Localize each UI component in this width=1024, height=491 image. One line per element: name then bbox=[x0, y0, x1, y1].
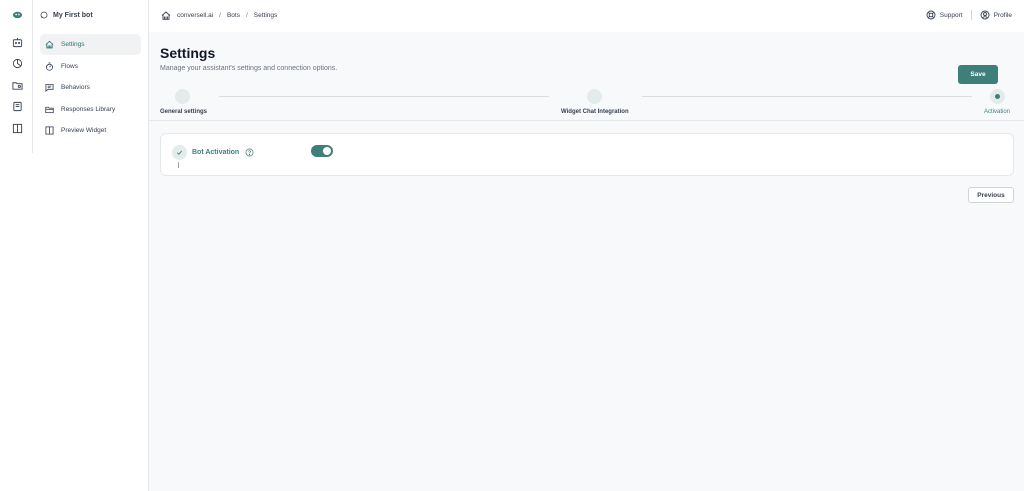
analytics-icon[interactable] bbox=[12, 58, 23, 69]
columns-icon[interactable] bbox=[12, 123, 23, 134]
page-title: Settings bbox=[160, 45, 216, 61]
timer-icon bbox=[46, 61, 53, 71]
icon-rail bbox=[0, 0, 33, 153]
sidebar-item-preview-widget[interactable]: Preview Widget bbox=[40, 120, 141, 141]
support-label: Support bbox=[939, 11, 963, 19]
lifebuoy-icon bbox=[926, 10, 936, 20]
folder-settings-icon[interactable] bbox=[12, 80, 23, 91]
breadcrumb-item-settings: Settings bbox=[253, 12, 278, 19]
step-label-widget[interactable]: Widget Chat Integration bbox=[561, 109, 629, 115]
sidebar-nav: Settings Flows Behaviors Responses Libra… bbox=[40, 34, 141, 142]
folder-icon bbox=[45, 106, 54, 113]
sidebar-item-label: Responses Library bbox=[61, 105, 116, 113]
bot-activation-toggle[interactable] bbox=[311, 145, 333, 157]
main-content: Settings Manage your assistant's setting… bbox=[149, 32, 1024, 491]
help-circle-icon[interactable] bbox=[245, 148, 254, 157]
sidebar-item-behaviors[interactable]: Behaviors bbox=[40, 77, 141, 98]
bot-activation-card: Bot Activation bbox=[160, 133, 1014, 176]
page-subtitle: Manage your assistant's settings and con… bbox=[160, 65, 338, 72]
message-square-icon bbox=[45, 83, 54, 92]
breadcrumb: conversell.ai / Bots / Settings bbox=[161, 11, 277, 20]
breadcrumb-item-bots[interactable]: Bots bbox=[227, 12, 240, 19]
bot-name-header[interactable]: My First bot bbox=[40, 11, 93, 19]
sidebar-item-label: Settings bbox=[61, 41, 85, 48]
step-indicator-general[interactable] bbox=[175, 89, 190, 104]
chat-bubble-icon bbox=[40, 11, 48, 19]
bot-name-label: My First bot bbox=[53, 11, 93, 19]
step-indicator-activation[interactable] bbox=[990, 89, 1005, 104]
top-bar: conversell.ai / Bots / Settings Support … bbox=[149, 0, 1024, 32]
sidebar-item-label: Behaviors bbox=[61, 84, 90, 91]
sidebar-item-label: Preview Widget bbox=[61, 127, 107, 134]
step-complete-badge bbox=[172, 145, 187, 160]
stepper: General settings Widget Chat Integration… bbox=[149, 87, 1024, 121]
book-icon[interactable] bbox=[12, 101, 23, 112]
step-label-activation[interactable]: Activation bbox=[984, 109, 1010, 115]
sidebar: My First bot Settings Flows Behaviors Re… bbox=[33, 0, 149, 491]
home-icon bbox=[161, 11, 171, 20]
save-button[interactable]: Save bbox=[958, 65, 998, 84]
breadcrumb-separator: / bbox=[245, 12, 248, 19]
sidebar-item-settings[interactable]: Settings bbox=[40, 34, 141, 55]
logo-icon[interactable] bbox=[12, 9, 23, 20]
sidebar-item-responses-library[interactable]: Responses Library bbox=[40, 99, 141, 120]
user-circle-icon bbox=[980, 10, 990, 20]
step-indicator-widget[interactable] bbox=[587, 89, 602, 104]
bot-activation-label: Bot Activation bbox=[192, 149, 240, 156]
step-connector bbox=[178, 162, 179, 168]
step-label-general[interactable]: General settings bbox=[160, 109, 207, 115]
support-button[interactable]: Support bbox=[926, 10, 963, 20]
sidebar-item-flows[interactable]: Flows bbox=[40, 56, 141, 77]
breadcrumb-separator: / bbox=[219, 12, 221, 19]
step-connector bbox=[642, 96, 972, 97]
breadcrumb-item-root[interactable]: conversell.ai bbox=[177, 12, 213, 19]
columns-icon bbox=[45, 126, 54, 135]
step-connector bbox=[219, 96, 549, 97]
header-actions: Support Profile bbox=[926, 10, 1012, 20]
check-icon bbox=[177, 150, 183, 155]
previous-button[interactable]: Previous bbox=[968, 187, 1014, 203]
profile-label: Profile bbox=[993, 11, 1012, 19]
sidebar-item-label: Flows bbox=[61, 62, 78, 70]
divider bbox=[970, 10, 972, 20]
home-icon bbox=[45, 40, 54, 49]
profile-button[interactable]: Profile bbox=[980, 10, 1012, 20]
bot-icon[interactable] bbox=[12, 37, 23, 48]
